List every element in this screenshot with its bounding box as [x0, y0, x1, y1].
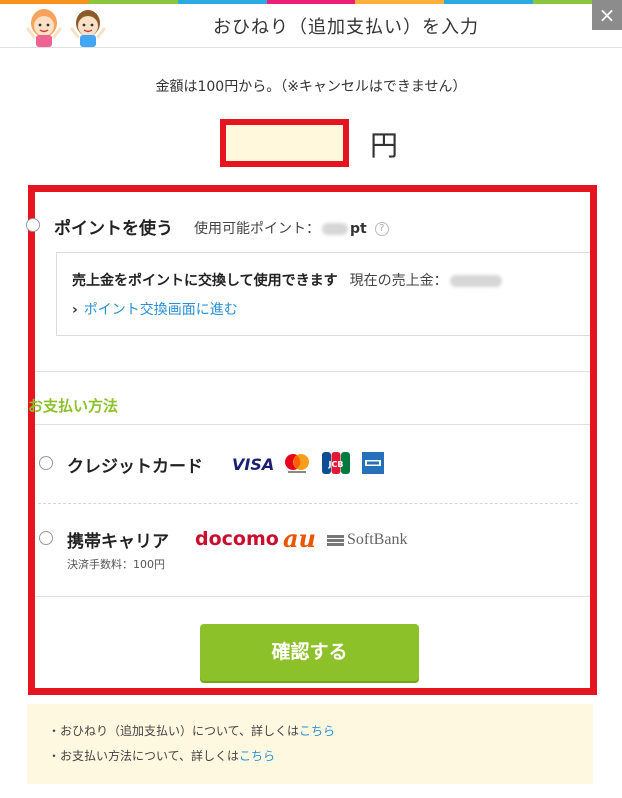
carrier-label[interactable]: 携帯キャリア	[67, 527, 169, 552]
info-line-payment-details: ・お支払い方法について、詳しくはこちら	[48, 747, 275, 764]
current-sales-label: 現在の売上金：	[349, 273, 448, 289]
confirm-button[interactable]: 確認する	[200, 624, 419, 681]
chevron-right-icon: ›	[72, 302, 78, 318]
modal-header: おひねり（追加支払い）を入力	[0, 4, 622, 48]
close-button[interactable]: ×	[592, 0, 622, 30]
softbank-bars-icon	[327, 534, 344, 546]
available-points-label: 使用可能ポイント：	[194, 221, 320, 237]
mastercard-logo	[285, 454, 309, 473]
info-box	[27, 704, 593, 784]
softbank-logo-text: SoftBank	[347, 531, 408, 548]
amount-unit: 円	[370, 129, 399, 162]
payment-details-link[interactable]: こちら	[239, 749, 275, 763]
close-icon: ×	[598, 3, 616, 27]
jcb-logo: JCB	[322, 452, 350, 474]
info-line-tip-text: ・おひねり（追加支払い）について、詳しくは	[48, 724, 300, 738]
credit-card-label[interactable]: クレジットカード	[67, 452, 203, 477]
current-sales: 現在の売上金：	[350, 273, 504, 289]
sales-value-redacted	[449, 275, 502, 287]
points-exchange-link-label: ポイント交換画面に進む	[83, 302, 238, 318]
divider	[35, 424, 590, 425]
amount-input-highlight	[220, 119, 349, 167]
two-children-icon	[26, 9, 106, 47]
use-points-label[interactable]: ポイントを使う	[54, 214, 173, 239]
info-line-payment-text: ・お支払い方法について、詳しくは	[48, 749, 240, 763]
sales-exchange-text: 売上金をポイントに交換して使用できます 現在の売上金：	[72, 270, 504, 290]
tip-details-link[interactable]: こちら	[299, 724, 335, 738]
points-value-redacted	[322, 223, 348, 235]
amex-logo	[362, 452, 384, 474]
dashed-divider	[38, 503, 578, 504]
docomo-logo: docomo	[195, 528, 279, 550]
svg-text:JCB: JCB	[328, 460, 344, 469]
question-circle-icon[interactable]: ?	[374, 222, 389, 236]
divider	[35, 596, 590, 597]
amount-input[interactable]	[226, 125, 343, 161]
au-logo: au	[283, 524, 316, 553]
points-exchange-box	[56, 252, 590, 336]
points-unit: pt	[350, 221, 367, 237]
use-points-radio[interactable]	[26, 218, 40, 232]
amount-note: 金額は100円から。（※キャンセルはできません）	[155, 79, 467, 95]
carrier-radio[interactable]	[39, 531, 53, 545]
divider	[35, 371, 590, 372]
info-line-tip-details: ・おひねり（追加支払い）について、詳しくはこちら	[48, 722, 335, 739]
points-exchange-link[interactable]: › ポイント交換画面に進む	[72, 299, 238, 319]
payment-method-heading: お支払い方法	[28, 397, 119, 415]
sales-exchange-label: 売上金をポイントに交換して使用できます	[72, 273, 338, 289]
modal-title: おひねり（追加支払い）を入力	[213, 17, 479, 38]
credit-card-radio[interactable]	[39, 456, 53, 470]
softbank-logo: SoftBank	[327, 531, 407, 549]
available-points: 使用可能ポイント： pt?	[194, 218, 389, 238]
carrier-fee: 決済手数料：100円	[67, 558, 165, 571]
visa-logo: VISA	[232, 455, 275, 474]
